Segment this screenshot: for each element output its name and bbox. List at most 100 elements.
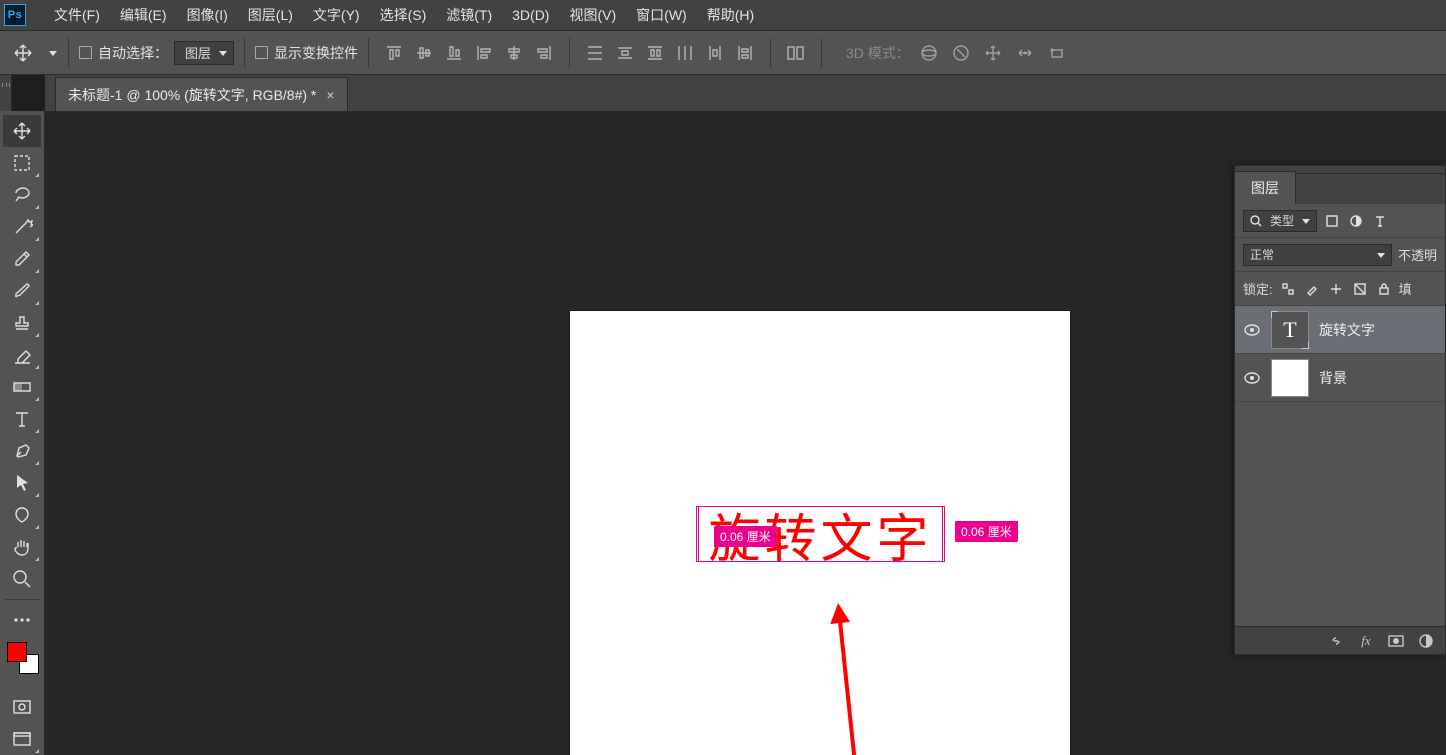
- filter-adjust-button[interactable]: [1347, 212, 1365, 230]
- layer-filter-row: 类型: [1235, 204, 1445, 238]
- align-vcenter-button[interactable]: [409, 38, 439, 68]
- layer-filter-dropdown[interactable]: 类型: [1243, 210, 1317, 232]
- layer-mask-button[interactable]: [1387, 632, 1405, 650]
- visibility-toggle[interactable]: [1243, 369, 1261, 387]
- type-tool[interactable]: [3, 403, 41, 435]
- blend-mode-dropdown[interactable]: 正常: [1243, 244, 1392, 266]
- hand-tool[interactable]: [3, 531, 41, 563]
- layer-item-text[interactable]: T 旋转文字: [1235, 306, 1445, 354]
- menu-type[interactable]: 文字(Y): [303, 0, 370, 30]
- distribute-bottom-button[interactable]: [640, 38, 670, 68]
- blend-mode-row: 正常 不透明: [1235, 238, 1445, 272]
- mode3d-roll-button[interactable]: [948, 40, 974, 66]
- layer-thumbnail[interactable]: [1271, 359, 1309, 397]
- menu-layer[interactable]: 图层(L): [238, 0, 303, 30]
- mode3d-pan-button[interactable]: [980, 40, 1006, 66]
- distribute-group: [580, 38, 760, 68]
- menu-window[interactable]: 窗口(W): [626, 0, 697, 30]
- lasso-icon: [11, 184, 33, 206]
- auto-select-target-dropdown[interactable]: 图层: [174, 41, 234, 65]
- close-tab-button[interactable]: ×: [326, 87, 334, 103]
- distribute-vcenter-button[interactable]: [610, 38, 640, 68]
- current-tool-indicator[interactable]: [6, 36, 40, 70]
- show-transform-checkbox[interactable]: 显示变换控件: [255, 43, 358, 63]
- shape-tool[interactable]: [3, 499, 41, 531]
- lasso-tool[interactable]: [3, 179, 41, 211]
- type-icon: [11, 408, 33, 430]
- screen-mode-button[interactable]: [3, 723, 41, 755]
- visibility-toggle[interactable]: [1243, 321, 1261, 339]
- distribute-top-button[interactable]: [580, 38, 610, 68]
- menu-image[interactable]: 图像(I): [177, 0, 238, 30]
- path-select-tool[interactable]: [3, 467, 41, 499]
- layer-fx-button[interactable]: fx: [1357, 632, 1375, 650]
- distribute-left-button[interactable]: [670, 38, 700, 68]
- foreground-swatch[interactable]: [7, 642, 27, 662]
- menu-view[interactable]: 视图(V): [559, 0, 626, 30]
- gradient-tool[interactable]: [3, 371, 41, 403]
- stamp-icon: [11, 312, 33, 334]
- clone-stamp-tool[interactable]: [3, 307, 41, 339]
- tool-divider: [5, 599, 39, 600]
- zoom-tool[interactable]: [3, 563, 41, 595]
- brush-tool[interactable]: [3, 275, 41, 307]
- align-bottom-button[interactable]: [439, 38, 469, 68]
- menu-3d[interactable]: 3D(D): [502, 0, 559, 30]
- lock-pixels-button[interactable]: [1303, 280, 1321, 298]
- options-bar: 自动选择： 图层 显示变换控件 3D 模式：: [0, 30, 1446, 75]
- filter-pixel-button[interactable]: [1323, 212, 1341, 230]
- color-swatches[interactable]: [5, 640, 39, 674]
- mode3d-scale-button[interactable]: [1044, 40, 1070, 66]
- menu-select[interactable]: 选择(S): [370, 0, 437, 30]
- layers-tab[interactable]: 图层: [1235, 171, 1296, 204]
- tool-palette: [0, 111, 45, 755]
- pen-tool[interactable]: [3, 435, 41, 467]
- panel-handle[interactable]: [2, 83, 10, 87]
- auto-select-target-value: 图层: [185, 43, 211, 62]
- align-hcenter-button[interactable]: [499, 38, 529, 68]
- chevron-down-icon[interactable]: [48, 48, 58, 58]
- document-tab[interactable]: 未标题-1 @ 100% (旋转文字, RGB/8#) * ×: [55, 77, 348, 111]
- menu-filter[interactable]: 滤镜(T): [436, 0, 502, 30]
- lock-transparency-button[interactable]: [1279, 280, 1297, 298]
- layer-name[interactable]: 旋转文字: [1319, 320, 1375, 340]
- eyedropper-tool[interactable]: [3, 243, 41, 275]
- align-top-button[interactable]: [379, 38, 409, 68]
- eraser-tool[interactable]: [3, 339, 41, 371]
- layer-name[interactable]: 背景: [1319, 368, 1347, 388]
- auto-select-checkbox[interactable]: 自动选择：: [79, 43, 168, 63]
- mode3d-orbit-button[interactable]: [916, 40, 942, 66]
- menu-help[interactable]: 帮助(H): [697, 0, 764, 30]
- measure-tag-left: 0.06 厘米: [714, 526, 777, 547]
- magic-wand-icon: [11, 216, 33, 238]
- edit-toolbar-button[interactable]: [3, 604, 41, 636]
- mode3d-slide-button[interactable]: [1012, 40, 1038, 66]
- search-icon: [1250, 215, 1262, 227]
- lock-all-button[interactable]: [1375, 280, 1393, 298]
- text-handle-left[interactable]: [696, 506, 700, 562]
- filter-type-button[interactable]: [1371, 212, 1389, 230]
- align-right-button[interactable]: [529, 38, 559, 68]
- lock-artboard-button[interactable]: [1351, 280, 1369, 298]
- marquee-tool[interactable]: [3, 147, 41, 179]
- menu-edit[interactable]: 编辑(E): [110, 0, 177, 30]
- distribute-right-button[interactable]: [730, 38, 760, 68]
- link-layers-button[interactable]: [1327, 632, 1345, 650]
- adjustment-layer-button[interactable]: [1417, 632, 1435, 650]
- lock-position-button[interactable]: [1327, 280, 1345, 298]
- screen-mode-icon: [11, 730, 33, 748]
- show-transform-label: 显示变换控件: [274, 43, 358, 63]
- magic-wand-tool[interactable]: [3, 211, 41, 243]
- layer-thumbnail[interactable]: T: [1271, 311, 1309, 349]
- move-tool[interactable]: [3, 115, 41, 147]
- layer-item-background[interactable]: 背景: [1235, 354, 1445, 402]
- auto-align-button[interactable]: [781, 38, 811, 68]
- distribute-hcenter-button[interactable]: [700, 38, 730, 68]
- canvas[interactable]: 旋转文字 0.06 厘米 0.06 厘米: [570, 311, 1070, 755]
- align-left-button[interactable]: [469, 38, 499, 68]
- menu-file[interactable]: 文件(F): [44, 0, 110, 30]
- text-handle-right[interactable]: [941, 506, 945, 562]
- move-icon: [11, 120, 33, 142]
- quickmask-button[interactable]: [3, 691, 41, 723]
- measure-tag-right: 0.06 厘米: [955, 521, 1018, 542]
